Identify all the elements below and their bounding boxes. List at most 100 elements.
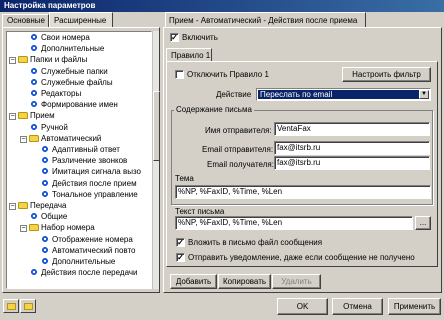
tree-item-label: Ручной: [41, 122, 68, 132]
disable-rule-checkbox[interactable]: [175, 70, 184, 79]
gear-icon: [40, 145, 50, 153]
tree-item[interactable]: Адаптивный ответ: [40, 145, 120, 155]
tree-item[interactable]: Служебные папки: [29, 66, 108, 77]
collapse-toggle-icon[interactable]: −: [9, 57, 16, 65]
enable-label: Включить: [182, 33, 218, 42]
tree-item-label: Редакторы: [41, 89, 82, 98]
folder-icon: [18, 56, 28, 64]
action-select[interactable]: Переслать по email ▼: [256, 88, 431, 101]
tree-item-label: Имитация сигнала вызо: [52, 167, 141, 177]
gear-icon: [29, 268, 39, 277]
tree-item[interactable]: − Набор номера: [20, 223, 95, 233]
gear-icon: [29, 66, 39, 75]
tree-item[interactable]: Формирование имен: [29, 100, 118, 110]
collapse-toggle-icon[interactable]: −: [20, 135, 27, 143]
browse-button[interactable]: ...: [415, 216, 431, 230]
collapse-toggle-icon[interactable]: −: [9, 203, 16, 210]
save-folder-button[interactable]: [20, 299, 36, 313]
tree-item[interactable]: Служебные файлы: [29, 77, 113, 88]
gear-icon: [29, 44, 39, 53]
tree-item-label: Автоматический повто: [52, 245, 136, 255]
tree-item[interactable]: Общие: [29, 212, 67, 222]
recipient-email-input[interactable]: fax@itsrb.ru: [274, 156, 430, 170]
tree-panel: Свои номера Дополнительные − Папки и файлы С…: [2, 27, 160, 293]
attach-label: Вложить в письмо файл сообщения: [188, 238, 323, 247]
folder-icon: [24, 303, 33, 310]
open-folder-button[interactable]: [3, 299, 19, 313]
folder-icon: [29, 224, 39, 232]
tree-item[interactable]: Редакторы: [29, 89, 81, 99]
tree-scrollbar-thumb[interactable]: [153, 91, 160, 161]
tree-item-label: Передача: [30, 201, 67, 210]
tab-advanced[interactable]: Расширенные: [49, 12, 113, 28]
gear-icon: [29, 77, 39, 86]
tree-item[interactable]: Действия после прием: [40, 178, 137, 189]
tree-item-label: Действия после прием: [52, 178, 137, 188]
tree-item-label: Служебные папки: [41, 66, 108, 76]
gear-icon: [29, 89, 39, 97]
gear-icon: [29, 100, 39, 109]
tree-item[interactable]: Действия после передачи: [29, 268, 137, 278]
content-group-title: Содержание письма: [174, 105, 254, 115]
tree-item[interactable]: Имитация сигнала вызо: [40, 167, 141, 177]
body-input[interactable]: %NP, %FaxID, %Time, %Len: [175, 216, 413, 230]
tree-item-label: Папки и файлы: [30, 55, 88, 65]
tab-basic[interactable]: Основные: [2, 14, 49, 28]
tree-item-label: Автоматический: [41, 133, 102, 143]
action-select-value: Переслать по email: [258, 90, 419, 99]
tree-item-label: Формирование имен: [41, 100, 118, 110]
recipient-email-label: Email получателя:: [207, 160, 274, 169]
gear-icon: [40, 178, 50, 187]
sender-name-label: Имя отправителя:: [205, 126, 272, 135]
tree-item[interactable]: − Папки и файлы: [9, 55, 87, 65]
collapse-toggle-icon[interactable]: −: [20, 225, 27, 233]
tree-item-label: Отображение номера: [52, 234, 133, 244]
notify-checkbox[interactable]: ✓: [176, 253, 185, 262]
notify-label: Отправить уведомление, даже если сообщен…: [188, 253, 415, 262]
attach-checkbox[interactable]: ✓: [176, 238, 185, 247]
tree-item[interactable]: Отображение номера: [40, 234, 133, 245]
configure-filter-button[interactable]: Настроить фильтр: [342, 67, 431, 82]
cancel-button[interactable]: Отмена: [332, 298, 383, 315]
collapse-toggle-icon[interactable]: −: [9, 113, 16, 121]
tree-item[interactable]: Различение звонков: [40, 156, 127, 166]
chevron-down-icon[interactable]: ▼: [419, 90, 429, 99]
tree-item-label: Дополнительные: [52, 257, 116, 266]
gear-icon: [40, 156, 50, 165]
tree-item[interactable]: Тональное управление: [40, 189, 138, 200]
delete-rule-button[interactable]: Удалить: [272, 274, 321, 289]
tree-scrollbar[interactable]: [152, 31, 160, 289]
sender-email-label: Email отправителя:: [202, 145, 274, 154]
tab-rule-1[interactable]: Правило 1: [166, 48, 212, 62]
folder-icon: [18, 112, 28, 120]
sender-name-input[interactable]: VentaFax: [274, 122, 430, 136]
gear-icon: [40, 245, 50, 254]
tree-item[interactable]: − Передача: [9, 201, 66, 211]
tree-item[interactable]: − Прием: [9, 111, 55, 121]
subject-input[interactable]: %NP, %FaxID, %Time, %Len: [175, 185, 431, 199]
tree-item[interactable]: Свои номера: [29, 33, 90, 43]
tree-item[interactable]: Дополнительные: [40, 257, 115, 267]
folder-icon: [7, 303, 16, 310]
copy-rule-button[interactable]: Копировать: [218, 274, 271, 289]
disable-rule-label: Отключить Правило 1: [187, 70, 269, 79]
ok-button[interactable]: OK: [277, 298, 328, 315]
tree-item-label: Общие: [41, 212, 68, 222]
settings-tree[interactable]: Свои номера Дополнительные − Папки и файлы С…: [6, 31, 152, 289]
sender-email-input[interactable]: fax@itsrb.ru: [274, 141, 430, 155]
tree-item[interactable]: Автоматический повто: [40, 245, 136, 256]
folder-icon: [29, 134, 39, 142]
add-rule-button[interactable]: Добавить: [170, 274, 217, 289]
tree-item-label: Адаптивный ответ: [52, 145, 120, 154]
gear-icon: [29, 122, 39, 131]
tree-item[interactable]: − Автоматический: [20, 134, 101, 144]
enable-checkbox[interactable]: ✓: [170, 33, 179, 42]
subject-label: Тема: [175, 174, 194, 183]
tree-item[interactable]: Ручной: [29, 122, 68, 133]
tree-item-label: Дополнительные: [41, 44, 105, 54]
gear-icon: [40, 234, 50, 243]
gear-icon: [29, 212, 39, 221]
tree-item[interactable]: Дополнительные: [29, 44, 104, 54]
gear-icon: [40, 167, 50, 176]
apply-button[interactable]: Применить: [388, 298, 441, 315]
